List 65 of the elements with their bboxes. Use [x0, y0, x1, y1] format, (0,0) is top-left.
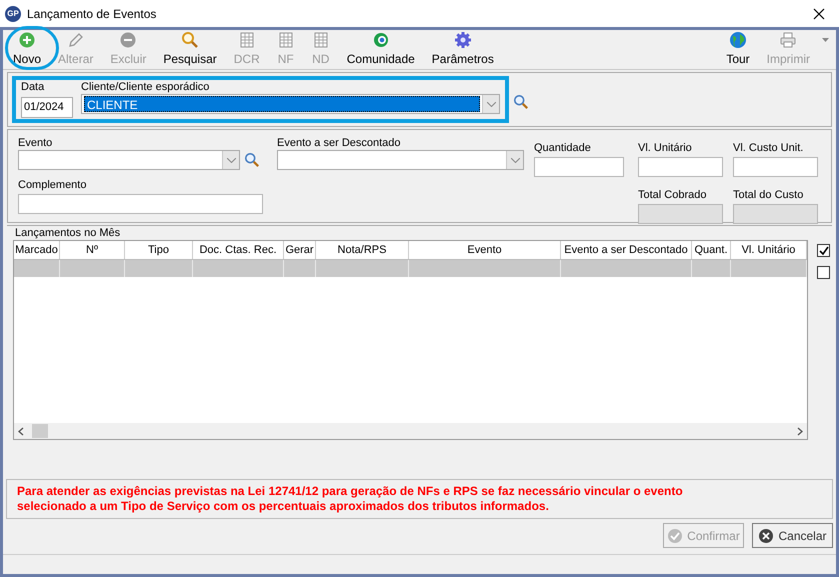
toolbar-button[interactable]: Tour [721, 30, 755, 70]
horizontal-scrollbar[interactable] [14, 423, 807, 439]
column-header[interactable]: Vl. Unitário [731, 241, 807, 259]
text-field[interactable] [534, 157, 624, 177]
close-icon [758, 528, 774, 544]
text-field[interactable] [733, 204, 818, 224]
text-field[interactable] [733, 157, 818, 177]
dropdown-field[interactable]: CLIENTE [81, 94, 500, 114]
column-header[interactable]: Tipo [125, 241, 193, 259]
field-label: Evento [18, 137, 54, 150]
toolbar-button[interactable]: Parâmetros [426, 30, 499, 70]
gear-icon [454, 31, 472, 49]
highlight-ring [5, 26, 59, 70]
selected-client: CLIENTE [84, 96, 480, 112]
section-title: Lançamentos no Mês [15, 226, 122, 240]
field-label: Total do Custo [733, 189, 804, 202]
printer-icon [779, 31, 798, 49]
close-icon[interactable] [813, 8, 825, 20]
toolbar-button[interactable]: Pesquisar [158, 30, 222, 70]
cancel-button[interactable]: Cancelar [752, 523, 833, 548]
pencil-icon [66, 31, 85, 49]
globe-icon [729, 31, 747, 49]
column-header[interactable]: Doc. Ctas. Rec. [193, 241, 284, 259]
field-label: Data [21, 81, 46, 94]
column-header[interactable]: Evento [409, 241, 561, 259]
date-field[interactable]: 01/2024 [21, 96, 73, 118]
toolbar-button[interactable]: Novo [8, 30, 46, 70]
scroll-right-icon[interactable] [797, 426, 803, 436]
scroll-left-icon[interactable] [18, 426, 24, 436]
notice-text: Para atender as exigências previstas na Lei 12741/12 para geração de NFs e RPS se faz necessário vincular o evento selecionado a um Tipo de Serviço com os percentuais aproximados dos tributos informados. [17, 484, 684, 514]
toolbar-button[interactable]: Comunidade [342, 30, 420, 70]
search-icon [181, 31, 200, 49]
text-field[interactable] [638, 204, 723, 224]
dropdown-arrow-icon[interactable] [822, 38, 829, 42]
table-icon [312, 31, 330, 49]
checkbox[interactable] [817, 266, 830, 279]
column-header[interactable]: Gerar [284, 241, 316, 259]
dropdown-field[interactable] [18, 150, 240, 170]
column-header[interactable]: Nº [60, 241, 125, 259]
field-label: Vl. Custo Unit. [733, 142, 804, 155]
table-icon [238, 31, 256, 49]
field-label: Complemento [18, 179, 88, 192]
search-icon[interactable] [244, 152, 260, 168]
table-icon [276, 31, 295, 49]
check-icon [667, 528, 684, 544]
column-header[interactable]: Marcado [14, 241, 60, 259]
text-field[interactable] [18, 194, 263, 214]
field-label: Evento a ser Descontado [277, 137, 402, 150]
field-label: Quantidade [534, 142, 592, 155]
minus-icon [119, 31, 138, 49]
window-title: Lançamento de Eventos [27, 6, 156, 22]
search-icon[interactable] [513, 94, 529, 110]
field-label: Vl. Unitário [638, 142, 693, 155]
community-icon [372, 31, 390, 49]
dropdown-field[interactable] [277, 150, 524, 170]
text-field[interactable] [638, 157, 723, 177]
scroll-thumb[interactable] [32, 424, 48, 438]
column-header[interactable]: Evento a ser Descontado [561, 241, 692, 259]
column-header[interactable]: Nota/RPS [316, 241, 409, 259]
field-label: Cliente/Cliente esporádico [81, 81, 210, 94]
app-logo-icon: GP [5, 6, 21, 22]
plus-icon [18, 31, 36, 49]
field-label: Total Cobrado [638, 189, 708, 202]
column-header[interactable]: Quant. [692, 241, 731, 259]
checkbox[interactable] [817, 244, 830, 257]
